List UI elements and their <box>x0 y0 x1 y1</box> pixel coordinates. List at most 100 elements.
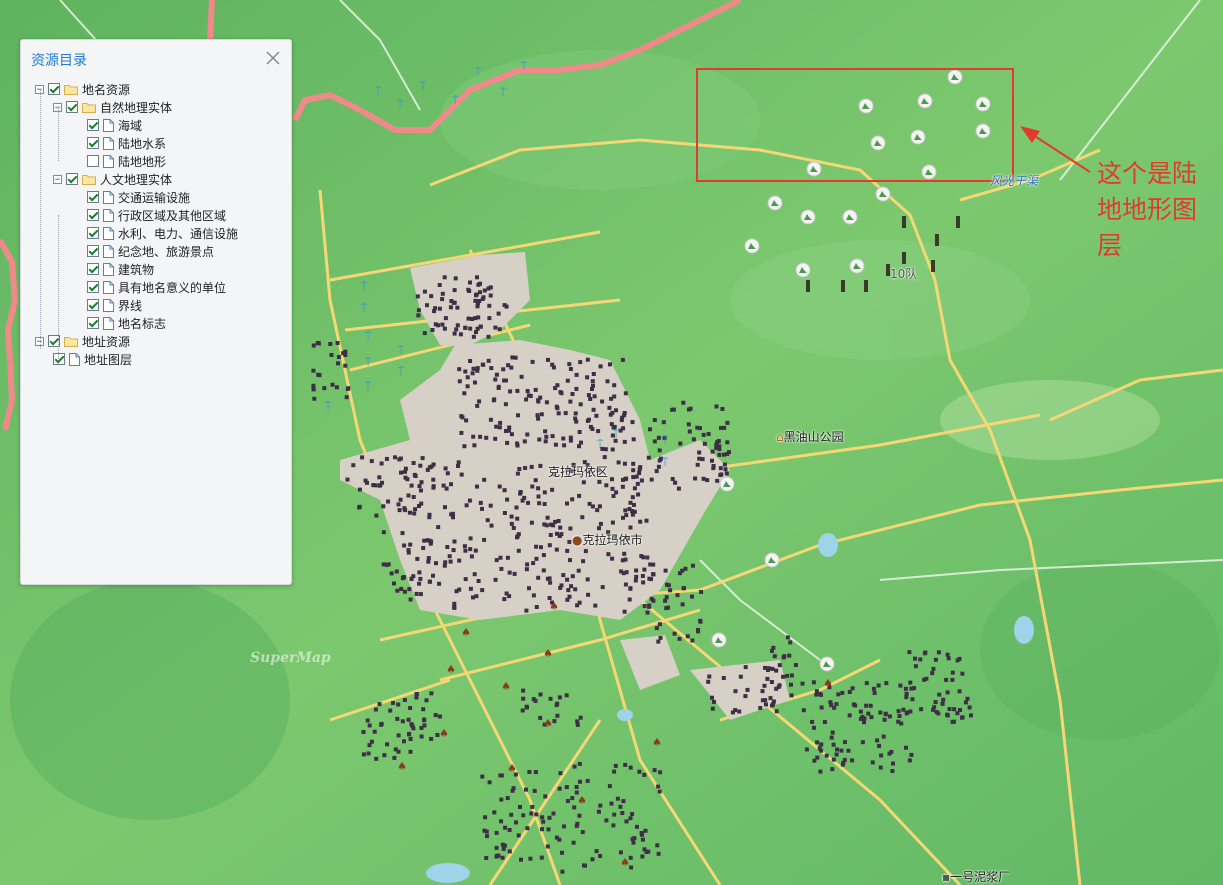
landmark-tree-icon[interactable]: ♠ <box>439 727 449 740</box>
terrain-peak-icon[interactable] <box>842 209 858 225</box>
building-mark <box>585 375 590 380</box>
tree-node[interactable]: 地名标志 <box>87 314 166 332</box>
tree-node[interactable]: 海域 <box>87 116 142 134</box>
building-mark <box>532 788 537 793</box>
building-mark <box>630 495 635 500</box>
tree-node[interactable]: − 自然地理实体 <box>53 98 172 116</box>
tree-node[interactable]: 陆地地形 <box>87 152 166 170</box>
terrain-peak-icon[interactable] <box>711 632 727 648</box>
layer-checkbox[interactable] <box>87 317 99 329</box>
terrain-peak-icon[interactable] <box>875 186 891 202</box>
layer-checkbox[interactable] <box>87 119 99 131</box>
terrain-peak-icon[interactable] <box>795 262 811 278</box>
building-mark <box>536 494 541 499</box>
tree-node[interactable]: 行政区域及其他区域 <box>87 206 226 224</box>
tree-node[interactable]: 建筑物 <box>87 260 154 278</box>
building-mark <box>640 854 645 859</box>
landmark-tree-icon[interactable]: ♠ <box>507 762 517 775</box>
landmark-tree-icon[interactable]: ♠ <box>461 626 471 639</box>
building-mark <box>540 827 544 832</box>
tree-node[interactable]: 界线 <box>87 296 142 314</box>
water-tower-icon[interactable]: ⍑ <box>361 280 368 293</box>
layer-checkbox[interactable] <box>48 83 60 95</box>
water-tower-icon[interactable]: ⍑ <box>325 400 332 413</box>
layer-checkbox[interactable] <box>66 101 78 113</box>
terrain-peak-icon[interactable] <box>975 123 991 139</box>
building-mark <box>558 525 563 530</box>
terrain-peak-icon[interactable] <box>819 656 835 672</box>
building-mark <box>516 833 521 838</box>
layer-checkbox[interactable] <box>87 137 99 149</box>
terrain-peak-icon[interactable] <box>806 161 822 177</box>
landmark-tree-icon[interactable]: ♠ <box>652 736 662 749</box>
tree-node[interactable]: 地址图层 <box>53 350 132 368</box>
water-tower-icon[interactable]: ⍑ <box>375 85 382 98</box>
terrain-peak-icon[interactable] <box>947 69 963 85</box>
layer-checkbox[interactable] <box>87 191 99 203</box>
terrain-peak-icon[interactable] <box>921 164 937 180</box>
terrain-peak-icon[interactable] <box>764 552 780 568</box>
terrain-peak-icon[interactable] <box>849 258 865 274</box>
layer-checkbox[interactable] <box>87 245 99 257</box>
terrain-peak-icon[interactable] <box>719 476 735 492</box>
layer-checkbox[interactable] <box>87 263 99 275</box>
layer-checkbox[interactable] <box>66 173 78 185</box>
landmark-tree-icon[interactable]: ♠ <box>397 760 407 773</box>
terrain-peak-icon[interactable] <box>975 96 991 112</box>
collapse-toggle-icon[interactable]: − <box>53 174 62 184</box>
panel-title: 资源目录 <box>31 53 87 69</box>
water-tower-icon[interactable]: ⍑ <box>365 356 372 369</box>
terrain-peak-icon[interactable] <box>870 135 886 151</box>
water-tower-icon[interactable]: ⍑ <box>398 344 405 357</box>
tree-node[interactable]: 陆地水系 <box>87 134 166 152</box>
close-icon[interactable] <box>265 50 281 66</box>
layer-checkbox[interactable] <box>87 227 99 239</box>
water-tower-icon[interactable]: ⍑ <box>420 80 427 93</box>
tree-node[interactable]: − 地名资源 <box>35 80 130 98</box>
water-tower-icon[interactable]: ⍑ <box>597 438 604 451</box>
water-tower-icon[interactable]: ⍑ <box>398 365 405 378</box>
water-tower-icon[interactable]: ⍑ <box>365 380 372 393</box>
terrain-peak-icon[interactable] <box>910 129 926 145</box>
terrain-peak-icon[interactable] <box>744 238 760 254</box>
landmark-tree-icon[interactable]: ♠ <box>549 600 559 613</box>
terrain-peak-icon[interactable] <box>800 209 816 225</box>
tree-node[interactable]: 具有地名意义的单位 <box>87 278 226 296</box>
water-tower-icon[interactable]: ⍑ <box>361 302 368 315</box>
water-tower-icon[interactable]: ⍑ <box>662 434 669 447</box>
tree-node[interactable]: 纪念地、旅游景点 <box>87 242 214 260</box>
park-label[interactable]: ⌂黑油山公园 <box>776 428 844 445</box>
water-tower-icon[interactable]: ⍑ <box>613 428 620 441</box>
water-tower-icon[interactable]: ⍑ <box>452 94 459 107</box>
landmark-tree-icon[interactable]: ♠ <box>501 680 511 693</box>
layer-checkbox[interactable] <box>87 299 99 311</box>
water-tower-icon[interactable]: ⍑ <box>521 60 528 73</box>
landmark-tree-icon[interactable]: ♠ <box>620 856 630 869</box>
landmark-tree-icon[interactable]: ♠ <box>577 794 587 807</box>
landmark-tree-icon[interactable]: ♠ <box>446 663 456 676</box>
tree-node[interactable]: − 人文地理实体 <box>53 170 172 188</box>
terrain-peak-icon[interactable] <box>858 98 874 114</box>
layer-checkbox[interactable] <box>87 209 99 221</box>
building-mark <box>470 371 475 376</box>
tree-node[interactable]: − 地址资源 <box>35 332 130 350</box>
tree-node[interactable]: 水利、电力、通信设施 <box>87 224 238 242</box>
water-tower-icon[interactable]: ⍑ <box>365 330 372 343</box>
landmark-tree-icon[interactable]: ♠ <box>543 647 553 660</box>
terrain-peak-icon[interactable] <box>917 93 933 109</box>
landmark-tree-icon[interactable]: ♠ <box>823 677 833 690</box>
landmark-tree-icon[interactable]: ♠ <box>543 717 553 730</box>
water-tower-icon[interactable]: ⍑ <box>475 66 482 79</box>
building-mark <box>429 736 434 741</box>
tree-node[interactable]: 交通运输设施 <box>87 188 190 206</box>
water-tower-icon[interactable]: ⍑ <box>397 98 404 111</box>
water-tower-icon[interactable]: ⍑ <box>662 456 669 469</box>
terrain-peak-icon[interactable] <box>767 195 783 211</box>
layer-checkbox[interactable] <box>53 353 65 365</box>
layer-checkbox[interactable] <box>87 155 99 167</box>
water-tower-icon[interactable]: ⍑ <box>500 86 507 99</box>
layer-checkbox[interactable] <box>87 281 99 293</box>
building-mark <box>673 480 678 485</box>
building-mark <box>672 631 677 636</box>
building-mark <box>945 652 950 657</box>
